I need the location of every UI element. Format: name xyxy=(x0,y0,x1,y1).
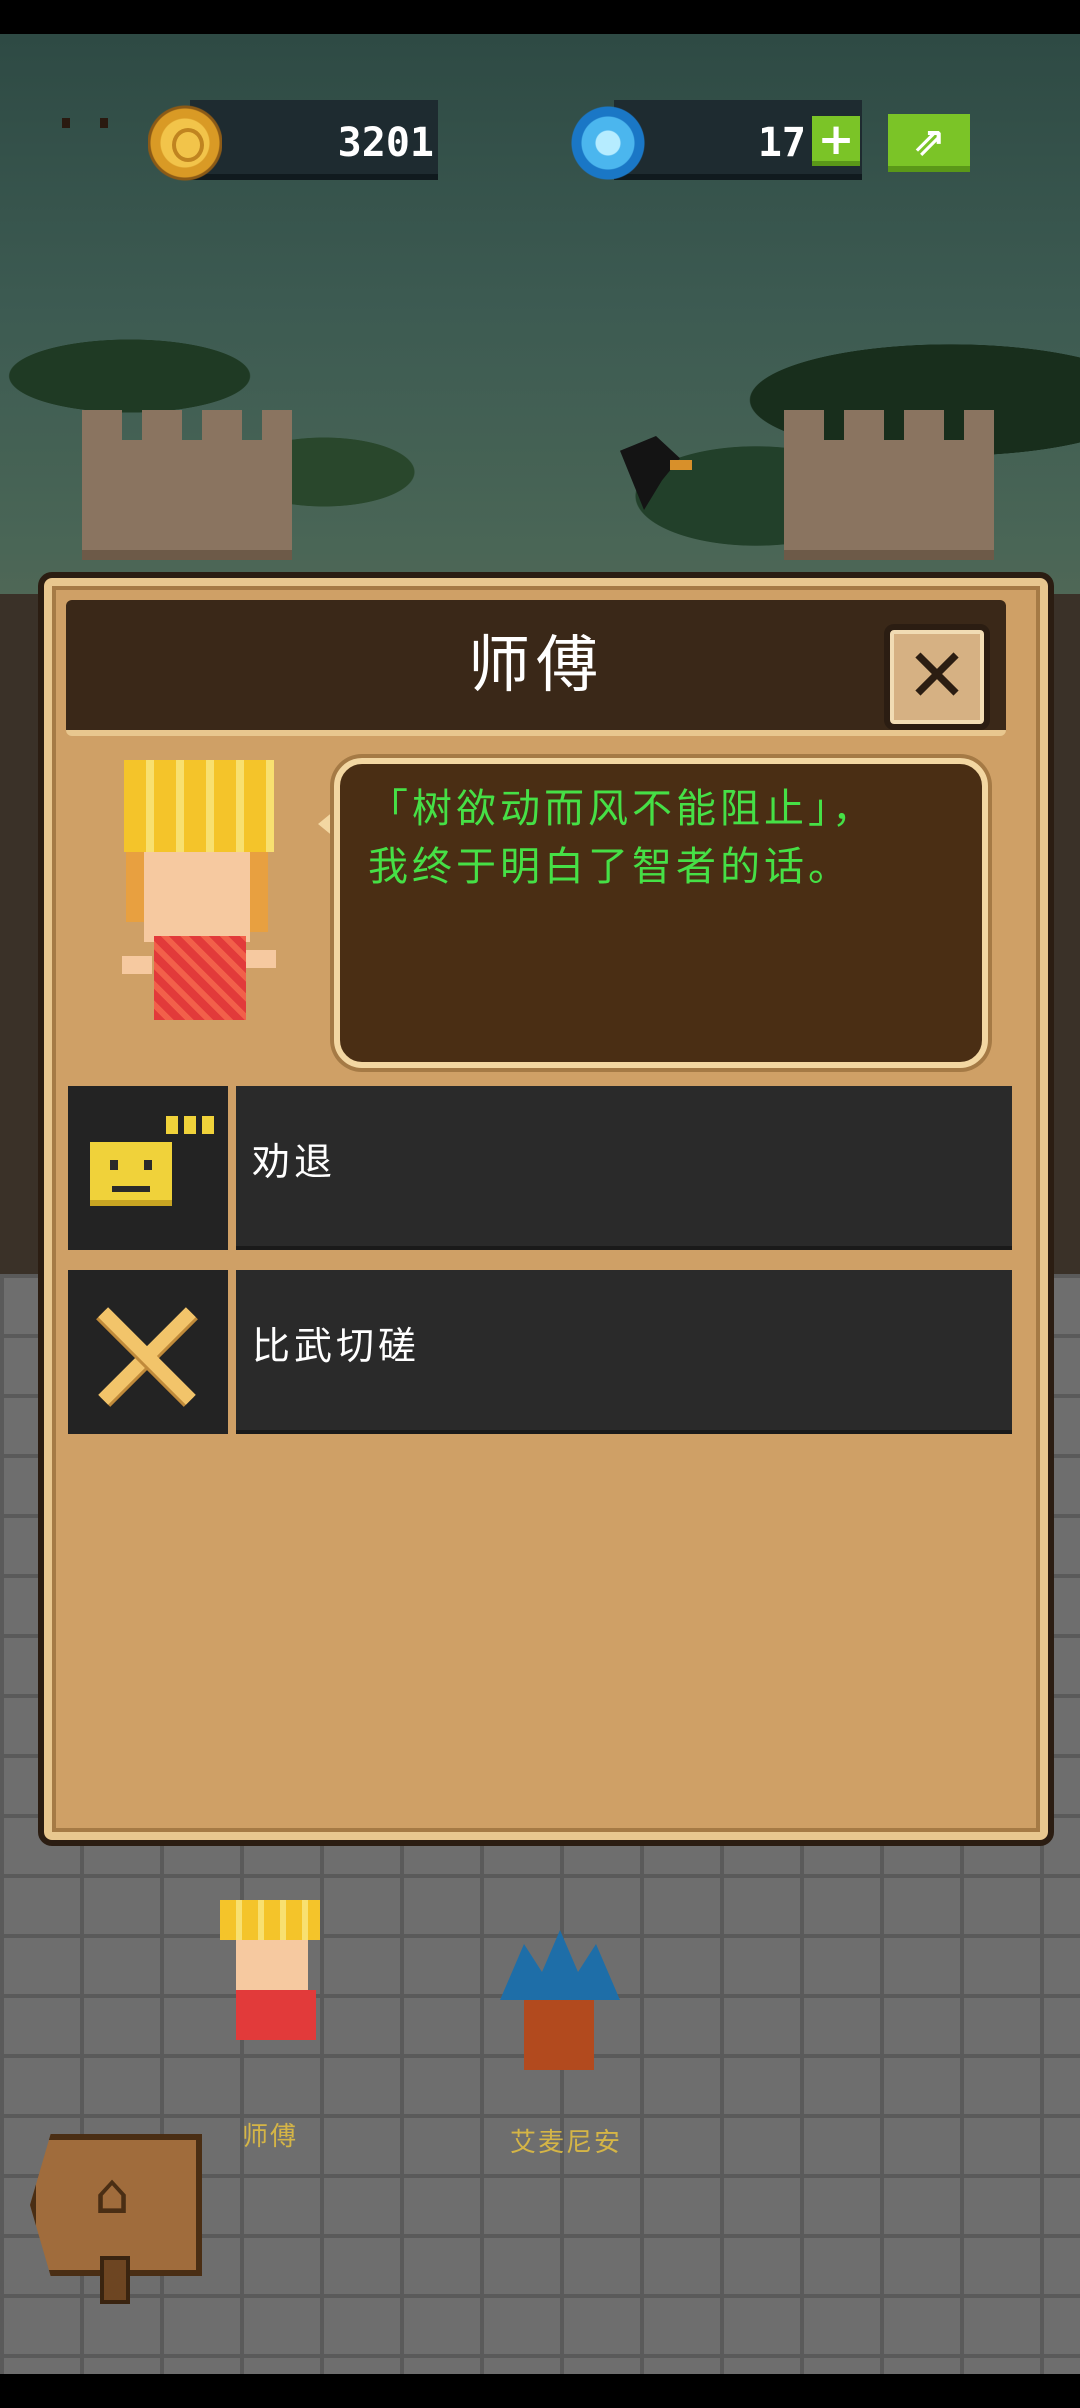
close-icon[interactable]: ✕ xyxy=(884,624,990,730)
speech-text: 「树欲动而风不能阻止」， 我终于明白了智者的话。 xyxy=(368,780,958,896)
emenian-helmet xyxy=(500,1930,620,2000)
dialog-title: 师傅 xyxy=(467,628,604,701)
portrait-arm-left xyxy=(122,956,152,974)
left-tower xyxy=(82,410,292,560)
smiley-eye-left xyxy=(110,1160,118,1170)
gem-count: 17 xyxy=(757,120,806,166)
emenian-name-label: 艾麦尼安 xyxy=(509,2128,622,2158)
coin-count: 3201 xyxy=(337,120,434,166)
smiley-icon xyxy=(90,1142,172,1206)
speech-line-2: 我终于明白了智者的话。 xyxy=(368,844,852,890)
gem-icon xyxy=(570,102,646,184)
master-dress xyxy=(236,1990,316,2040)
portrait-hair-left xyxy=(126,852,144,922)
master-portrait xyxy=(122,760,292,1030)
bottom-bar xyxy=(0,2374,1080,2408)
home-icon: ⌂ xyxy=(94,2162,130,2227)
speech-line-1: 「树欲动而风不能阻止」， xyxy=(368,786,876,832)
crow-beak xyxy=(670,460,692,470)
signpost-pole xyxy=(100,2256,130,2304)
portrait-hair-right xyxy=(250,852,268,932)
smiley-eye-right xyxy=(144,1160,152,1170)
option-persuade-label[interactable]: 劝退 xyxy=(252,1080,336,1244)
share-button[interactable]: ⇗ xyxy=(888,114,970,172)
emenian-body xyxy=(524,2000,594,2070)
option-spar-label[interactable]: 比武切磋 xyxy=(252,1264,420,1428)
right-tower xyxy=(784,410,994,560)
portrait-face xyxy=(144,852,250,942)
portrait-arm-right xyxy=(246,950,276,968)
crossed-swords-icon xyxy=(90,1300,200,1410)
portrait-eye-right xyxy=(100,118,108,128)
portrait-hair xyxy=(124,760,274,852)
portrait-eye-left xyxy=(62,118,70,128)
coin-icon xyxy=(148,102,222,184)
speech-dots-icon xyxy=(166,1116,214,1134)
master-face xyxy=(236,1940,308,1990)
add-gems-button[interactable]: + xyxy=(812,116,860,166)
emenian-sprite[interactable] xyxy=(500,1930,620,2070)
master-sprite[interactable] xyxy=(220,1900,340,2040)
smiley-mouth xyxy=(112,1186,150,1192)
master-hair xyxy=(220,1900,320,1940)
portrait-dress xyxy=(154,936,246,1020)
share-icon: ⇗ xyxy=(912,119,946,165)
